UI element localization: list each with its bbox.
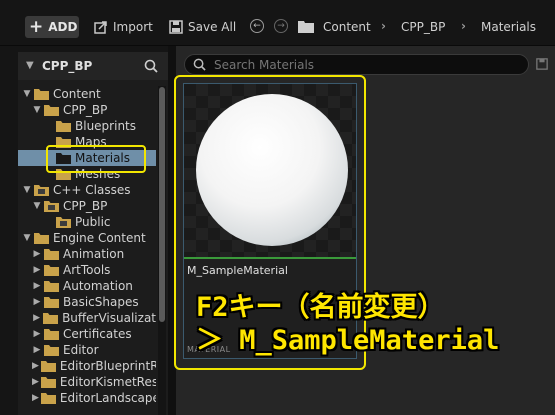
tree-item-label: CPP_BP <box>63 199 108 213</box>
tree-item-label: Content <box>53 87 101 101</box>
tree-item-label: Blueprints <box>75 119 137 133</box>
chevron-down-icon[interactable]: ▼ <box>26 60 34 71</box>
chevron-down-icon[interactable]: ▼ <box>32 105 42 115</box>
sources-panel: ▼ CPP_BP ▼ Content ▼ CPP_BP Blueprints Maps Ma… <box>18 52 168 415</box>
folder-icon <box>40 361 56 372</box>
tree-item[interactable]: ▶ Certificates <box>18 326 156 342</box>
annotation-line2: ＞ M_SampleMaterial <box>196 325 500 356</box>
save-search-icon[interactable] <box>536 58 548 70</box>
search-input[interactable] <box>214 57 494 72</box>
forward-icon[interactable]: → <box>274 19 288 33</box>
tree-item-label: Automation <box>63 279 133 293</box>
folder-icon <box>44 201 59 212</box>
tree-item[interactable]: ▼ CPP_BP <box>18 198 156 214</box>
chevron-right-icon[interactable]: ▶ <box>32 377 39 387</box>
tree-item[interactable]: ▶ BasicShapes <box>18 294 156 310</box>
import-label: Import <box>113 20 153 34</box>
tree-item-label: Certificates <box>63 327 132 341</box>
folder-icon <box>44 265 59 276</box>
chevron-down-icon[interactable]: ▼ <box>22 89 32 99</box>
tree-item-label: Public <box>75 215 111 229</box>
tree-item[interactable]: ▶ Automation <box>18 278 156 294</box>
import-button[interactable]: Import <box>94 18 153 36</box>
add-button[interactable]: + ADD <box>25 16 79 38</box>
chevron-right-icon[interactable]: ▶ <box>32 249 42 259</box>
tree-item-label: Animation <box>63 247 125 261</box>
tree-item[interactable]: ▼ Content <box>18 86 156 102</box>
tree-item-label: BufferVisualizat <box>62 311 156 325</box>
back-icon[interactable]: ← <box>250 19 264 33</box>
folder-icon <box>44 105 59 116</box>
chevron-right-icon[interactable]: ▶ <box>32 345 42 355</box>
chevron-down-icon[interactable]: ▼ <box>32 201 42 211</box>
tree-item[interactable]: Blueprints <box>18 118 156 134</box>
chevron-down-icon[interactable]: ▼ <box>22 233 32 243</box>
tree-item[interactable]: Public <box>18 214 156 230</box>
tree-item[interactable]: ▶ ArtTools <box>18 262 156 278</box>
search-icon <box>193 58 206 71</box>
chevron-right-icon: › <box>381 19 386 33</box>
folder-icon <box>40 377 56 388</box>
tree-item[interactable]: ▶ EditorKismetRes <box>18 374 156 390</box>
chevron-right-icon[interactable]: ▶ <box>32 329 42 339</box>
tree-item[interactable]: ▶ BufferVisualizat <box>18 310 156 326</box>
folder-icon <box>40 393 56 404</box>
folder-icon <box>34 89 49 100</box>
folder-icon <box>298 21 314 33</box>
folder-icon <box>44 281 59 292</box>
tree-item-label: EditorBlueprintR <box>59 359 156 373</box>
tree-item-label: Engine Content <box>53 231 146 245</box>
highlight-box <box>46 145 146 173</box>
chevron-right-icon[interactable]: ▶ <box>32 313 41 323</box>
save-all-label: Save All <box>188 20 237 34</box>
tree-item-label: BasicShapes <box>63 295 139 309</box>
tree-item[interactable]: ▶ EditorLandscape <box>18 390 156 406</box>
folder-icon <box>43 313 59 324</box>
folder-icon <box>34 185 49 196</box>
folder-icon <box>56 217 71 228</box>
plus-icon: + <box>29 16 44 37</box>
tree-item[interactable]: ▶ Animation <box>18 246 156 262</box>
chevron-right-icon[interactable]: ▶ <box>32 265 42 275</box>
breadcrumb-cpp-bp[interactable]: CPP_BP <box>401 18 445 36</box>
scrollbar-thumb[interactable] <box>159 87 165 322</box>
chevron-right-icon[interactable]: ▶ <box>32 281 42 291</box>
sources-title: CPP_BP <box>42 59 93 73</box>
folder-icon <box>34 233 49 244</box>
breadcrumb-content[interactable]: Content <box>323 18 371 36</box>
tree-item[interactable]: ▶ Editor <box>18 342 156 358</box>
folder-icon <box>44 345 59 356</box>
folder-icon <box>44 249 59 260</box>
save-all-button[interactable]: Save All <box>169 18 236 36</box>
add-label: ADD <box>48 20 78 34</box>
tree-item[interactable]: ▼ CPP_BP <box>18 102 156 118</box>
folder-icon <box>44 329 59 340</box>
search-icon[interactable] <box>144 59 158 73</box>
search-box[interactable] <box>184 54 529 75</box>
save-icon <box>169 20 183 34</box>
chevron-down-icon[interactable]: ▼ <box>22 185 32 195</box>
folder-icon <box>44 297 59 308</box>
tree-item-label: Editor <box>63 343 99 357</box>
tree-item[interactable]: ▼ C++ Classes <box>18 182 156 198</box>
chevron-right-icon[interactable]: ▶ <box>32 297 42 307</box>
breadcrumb-materials[interactable]: Materials <box>481 18 536 36</box>
import-icon <box>94 21 107 34</box>
chevron-right-icon: › <box>461 19 466 33</box>
folder-icon <box>56 121 71 132</box>
chevron-right-icon[interactable]: ▶ <box>32 393 39 403</box>
tree-item-label: ArtTools <box>63 263 111 277</box>
chevron-right-icon[interactable]: ▶ <box>32 361 39 371</box>
tree-item[interactable]: ▶ EditorBlueprintR <box>18 358 156 374</box>
sources-header: ▼ CPP_BP <box>18 52 168 80</box>
tree-item[interactable]: ▼ Engine Content <box>18 230 156 246</box>
toolbar: + ADD Import Save All ← → Content › CPP_… <box>0 0 555 46</box>
tree-item-label: C++ Classes <box>53 183 131 197</box>
tree-item-label: EditorLandscape <box>59 391 156 405</box>
tree-item-label: EditorKismetRes <box>59 375 156 389</box>
tree-item-label: CPP_BP <box>63 103 108 117</box>
